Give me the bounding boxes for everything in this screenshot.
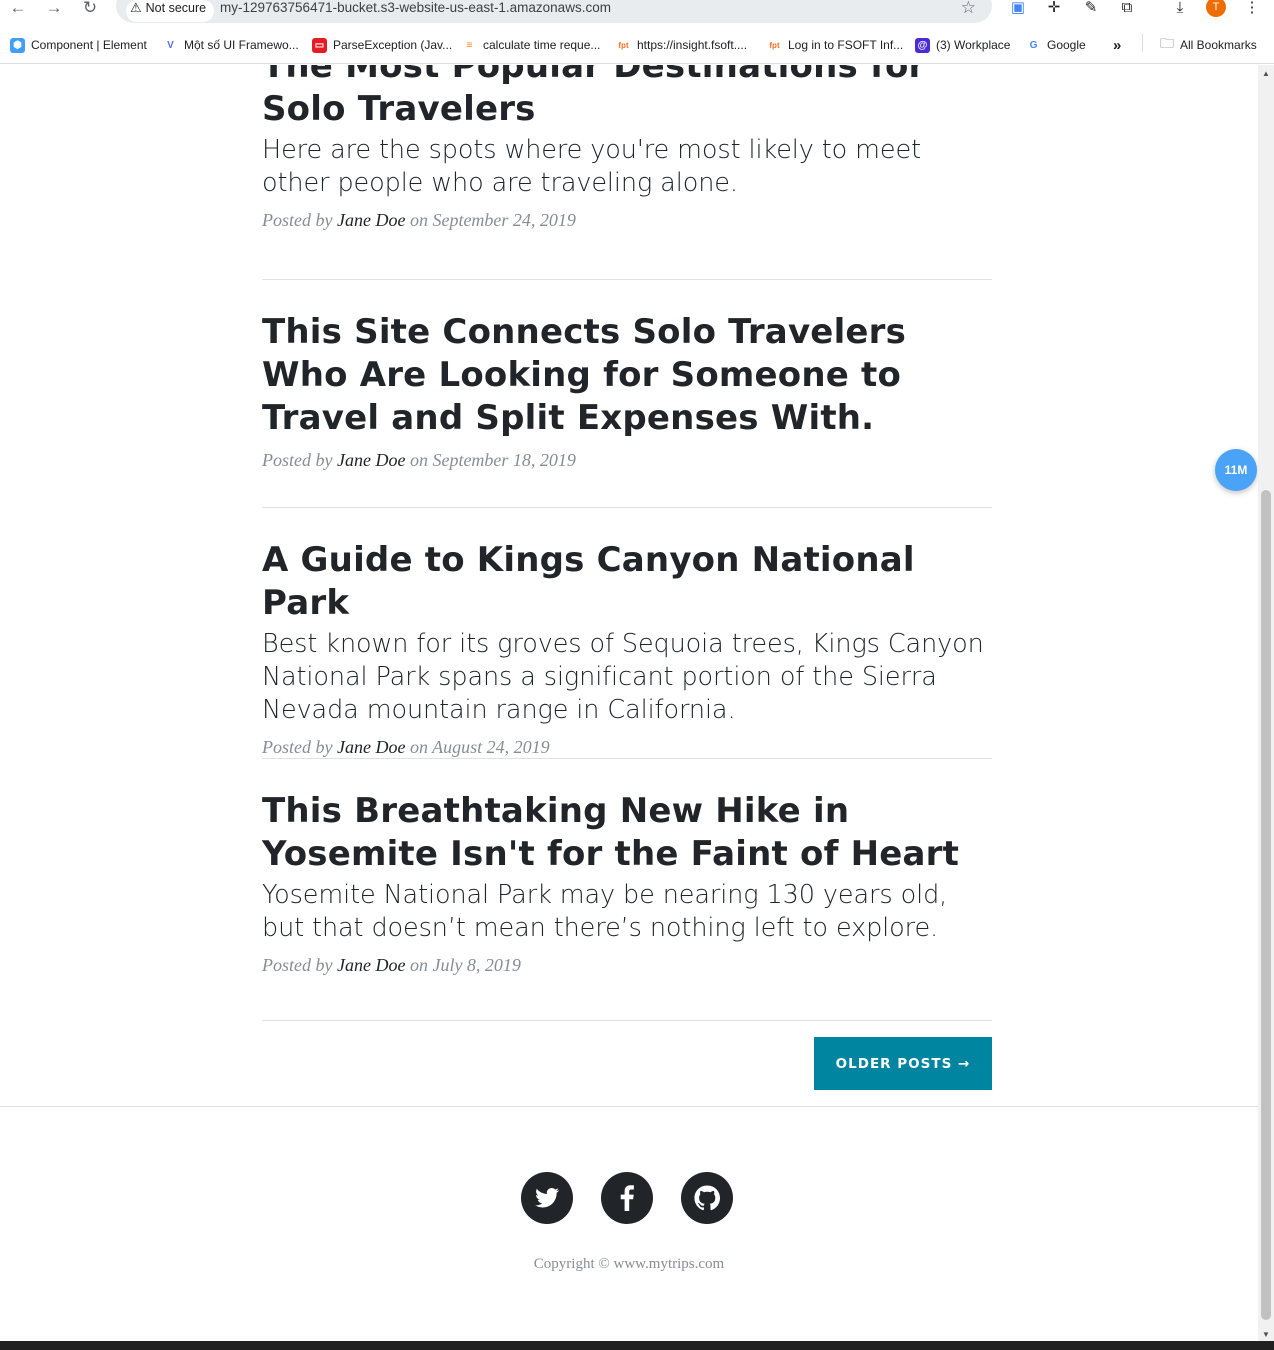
post-meta: Posted by Jane Doe on September 24, 2019: [262, 208, 992, 232]
bookmark-label: calculate time reque...: [483, 38, 601, 52]
bookmark-item[interactable]: fpt Log in to FSOFT Inf...: [767, 36, 903, 54]
on-label: on: [409, 450, 428, 470]
scroll-down-arrow-icon[interactable]: ▼: [1262, 1330, 1270, 1339]
menu-icon[interactable]: ⋮: [1240, 0, 1264, 18]
post-author[interactable]: Jane Doe: [337, 955, 405, 975]
post-divider: [262, 1020, 992, 1021]
floating-badge[interactable]: 11M: [1215, 449, 1257, 491]
post-title[interactable]: This Breathtaking New Hike in Yosemite I…: [262, 790, 992, 876]
bookmark-item[interactable]: ⬢ Component | Element: [10, 36, 147, 54]
post-author[interactable]: Jane Doe: [337, 737, 405, 757]
on-label: on: [409, 737, 428, 757]
post-meta: Posted by Jane Doe on July 8, 2019: [262, 953, 992, 977]
bookmark-label: Google: [1047, 38, 1086, 52]
all-bookmarks-button[interactable]: 🗀 All Bookmarks: [1160, 35, 1257, 54]
address-bar[interactable]: ⚠ Not secure my-129763756471-bucket.s3-w…: [116, 0, 992, 23]
post-subtitle[interactable]: Best known for its groves of Sequoia tre…: [262, 628, 992, 727]
posted-by-label: Posted by: [262, 450, 333, 470]
bookmark-item[interactable]: V Một số UI Framewo...: [163, 36, 299, 54]
posted-by-label: Posted by: [262, 955, 333, 975]
bookmark-item[interactable]: @ (3) Workplace: [915, 36, 1010, 54]
eyedropper-icon[interactable]: ✎: [1079, 0, 1103, 18]
post-preview[interactable]: A Guide to Kings Canyon National Park Be…: [262, 539, 992, 759]
bookmark-star-icon[interactable]: ☆: [961, 0, 976, 16]
post-title[interactable]: The Most Popular Destinations for Solo T…: [262, 65, 992, 131]
page-viewport: The Most Popular Destinations for Solo T…: [0, 65, 1258, 1341]
page-scrollbar[interactable]: ▲ ▼: [1258, 65, 1274, 1341]
footer-divider: [0, 1106, 1258, 1107]
post-divider: [262, 279, 992, 280]
post-preview[interactable]: The Most Popular Destinations for Solo T…: [262, 65, 992, 232]
browser-toolbar: ← → ↻ ⚠ Not secure my-129763756471-bucke…: [0, 0, 1274, 24]
older-posts-button[interactable]: OLDER POSTS →: [814, 1037, 992, 1090]
scroll-up-arrow-icon[interactable]: ▲: [1262, 69, 1270, 78]
posted-by-label: Posted by: [262, 210, 333, 230]
post-meta: Posted by Jane Doe on August 24, 2019: [262, 735, 992, 759]
copyright-text: Copyright © www.mytrips.com: [533, 1256, 725, 1272]
google-logo-icon: G: [1026, 37, 1041, 53]
post-author[interactable]: Jane Doe: [337, 210, 405, 230]
bookmark-label: Log in to FSOFT Inf...: [788, 38, 904, 52]
bookmark-label: Component | Element: [31, 38, 147, 52]
bookmark-item[interactable]: fpt https://insight.fsoft....: [616, 36, 747, 54]
post-subtitle[interactable]: Here are the spots where you're most lik…: [262, 134, 992, 200]
post-date: September 24, 2019: [432, 210, 576, 230]
post-divider: [262, 758, 992, 759]
github-link[interactable]: [681, 1172, 733, 1224]
extensions-icon[interactable]: ⧉: [1115, 0, 1139, 18]
twitter-icon: [535, 1188, 559, 1208]
fpt-logo-icon: fpt: [767, 37, 782, 53]
post-date: September 18, 2019: [432, 450, 576, 470]
post-date: August 24, 2019: [432, 737, 550, 757]
bookmark-item[interactable]: ≡ calculate time reque...: [462, 36, 600, 54]
bookmarks-divider: [1142, 34, 1143, 52]
facebook-icon: [620, 1185, 634, 1211]
post-preview[interactable]: This Site Connects Solo Travelers Who Ar…: [262, 311, 992, 472]
on-label: on: [409, 955, 428, 975]
on-label: on: [409, 210, 428, 230]
warning-icon: ⚠: [130, 0, 142, 15]
post-meta: Posted by Jane Doe on September 18, 2019: [262, 448, 992, 472]
security-label: Not secure: [145, 1, 207, 15]
post-date: July 8, 2019: [432, 955, 521, 975]
element-logo-icon: ⬢: [10, 37, 25, 53]
scroll-thumb[interactable]: [1261, 490, 1271, 1320]
bookmark-label: https://insight.fsoft....: [637, 38, 748, 52]
post-author[interactable]: Jane Doe: [337, 450, 405, 470]
security-chip[interactable]: ⚠ Not secure: [126, 0, 215, 22]
post-title[interactable]: A Guide to Kings Canyon National Park: [262, 539, 992, 625]
stackoverflow-logo-icon: ≡: [462, 37, 477, 53]
github-icon: [694, 1185, 720, 1211]
workplace-logo-icon: @: [915, 37, 930, 53]
post-divider: [262, 507, 992, 508]
bookmarks-overflow-button[interactable]: »: [1113, 36, 1121, 54]
posted-by-label: Posted by: [262, 737, 333, 757]
bookmark-label: Một số UI Framewo...: [184, 38, 299, 52]
forward-icon[interactable]: →: [42, 0, 66, 18]
fpt-logo-icon: fpt: [616, 37, 631, 53]
translate-icon[interactable]: ▣: [1006, 0, 1030, 18]
download-icon[interactable]: ⤓: [1168, 0, 1192, 18]
bookmarks-bar: ⬢ Component | Element V Một số UI Framew…: [0, 24, 1274, 64]
os-taskbar: [0, 1341, 1274, 1350]
all-bookmarks-label: All Bookmarks: [1180, 38, 1257, 52]
bookmark-item[interactable]: ▭ ParseException (Jav...: [312, 36, 452, 54]
bookmark-item[interactable]: G Google: [1026, 36, 1086, 54]
twitter-link[interactable]: [521, 1172, 573, 1224]
profile-avatar[interactable]: T: [1206, 0, 1226, 17]
oracle-logo-icon: ▭: [312, 37, 327, 53]
post-preview[interactable]: This Breathtaking New Hike in Yosemite I…: [262, 790, 992, 977]
folder-icon: 🗀: [1160, 35, 1174, 51]
post-title[interactable]: This Site Connects Solo Travelers Who Ar…: [262, 311, 992, 440]
bookmark-label: (3) Workplace: [936, 38, 1011, 52]
vue-logo-icon: V: [163, 37, 178, 53]
url-text[interactable]: my-129763756471-bucket.s3-website-us-eas…: [220, 0, 611, 16]
bookmark-label: ParseException (Jav...: [333, 38, 453, 52]
reload-icon[interactable]: ↻: [78, 0, 102, 18]
crosshair-icon[interactable]: ✛: [1042, 0, 1066, 18]
facebook-link[interactable]: [601, 1172, 653, 1224]
post-subtitle[interactable]: Yosemite National Park may be nearing 13…: [262, 879, 992, 945]
back-icon[interactable]: ←: [6, 0, 30, 18]
